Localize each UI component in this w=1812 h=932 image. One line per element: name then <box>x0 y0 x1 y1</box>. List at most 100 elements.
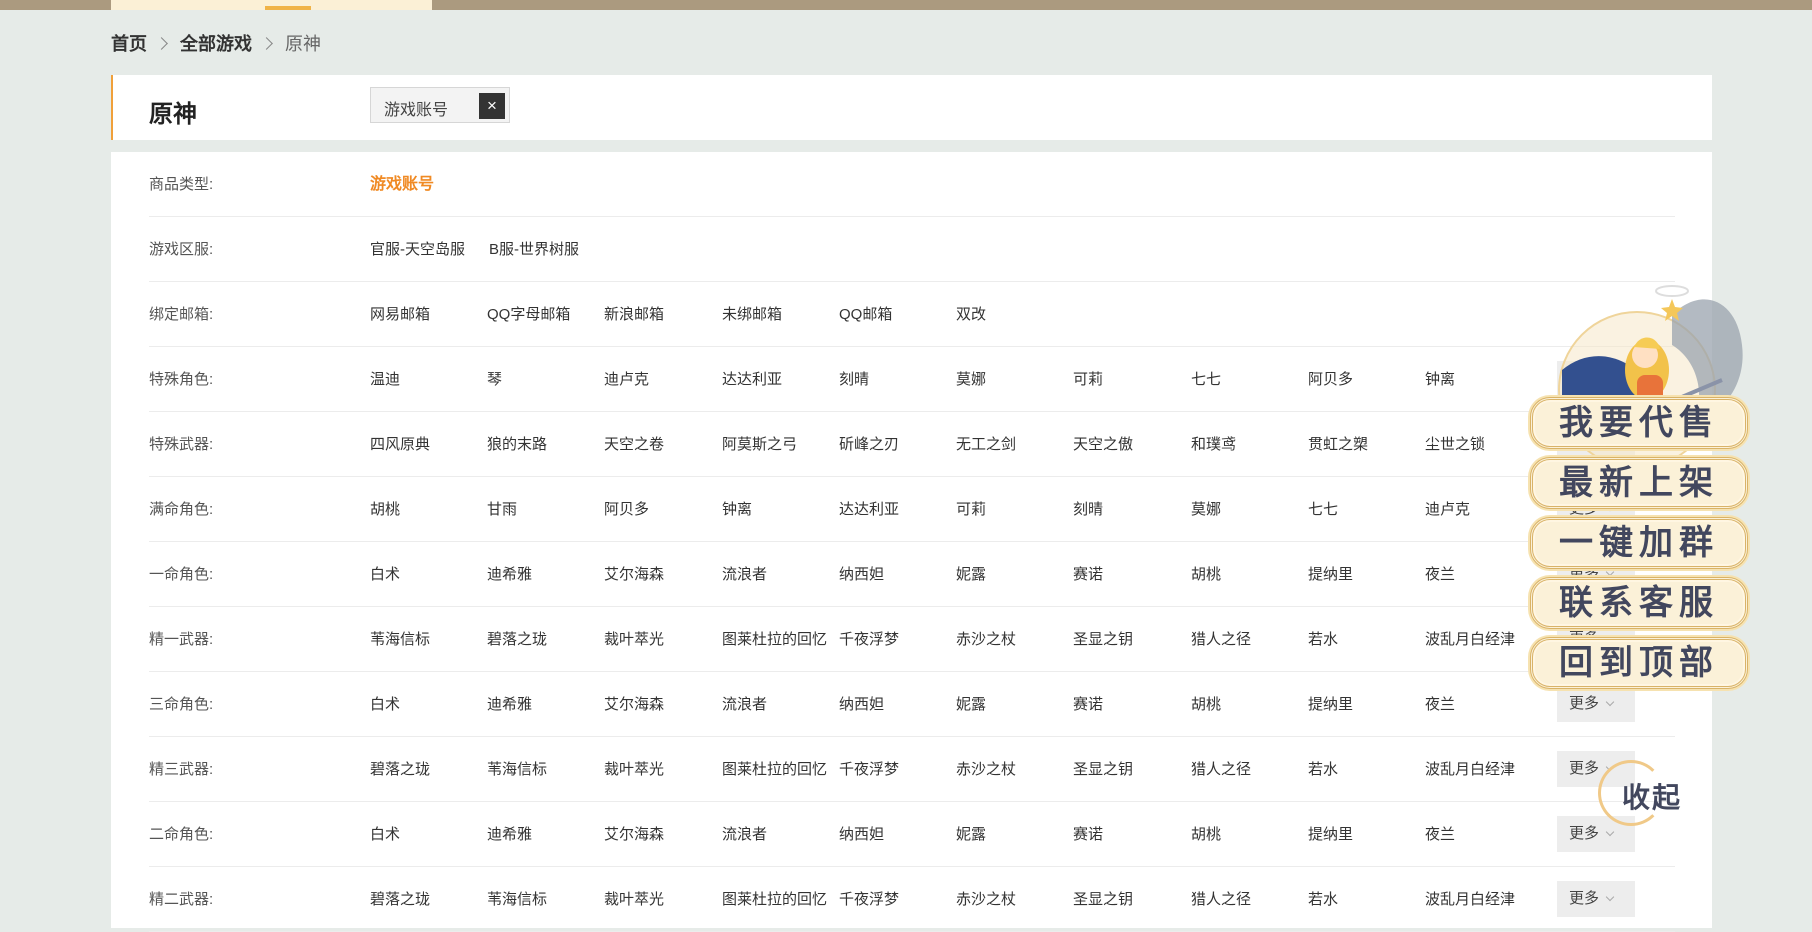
filter-option[interactable]: 刻晴 <box>1073 477 1103 542</box>
filter-option[interactable]: 苇海信标 <box>370 607 430 672</box>
filter-option[interactable]: 胡桃 <box>1191 672 1221 737</box>
filter-option[interactable]: 流浪者 <box>722 672 767 737</box>
filter-option[interactable]: 碧落之珑 <box>370 737 430 802</box>
filter-option[interactable]: 裁叶萃光 <box>604 737 664 802</box>
filter-option[interactable]: 天空之卷 <box>604 412 664 477</box>
filter-option[interactable]: 迪希雅 <box>487 542 532 607</box>
filter-option[interactable]: 妮露 <box>956 802 986 867</box>
close-icon[interactable]: × <box>479 93 505 119</box>
breadcrumb-home[interactable]: 首页 <box>111 30 147 56</box>
filter-option[interactable]: 若水 <box>1308 607 1338 672</box>
filter-option[interactable]: 苇海信标 <box>487 737 547 802</box>
filter-option[interactable]: 波乱月白经津 <box>1425 867 1515 932</box>
filter-option[interactable]: 迪卢克 <box>1425 477 1470 542</box>
filter-option[interactable]: 阿贝多 <box>604 477 649 542</box>
filter-option[interactable]: 可莉 <box>1073 347 1103 412</box>
filter-option[interactable]: 提纳里 <box>1308 802 1353 867</box>
filter-option[interactable]: 提纳里 <box>1308 542 1353 607</box>
filter-option[interactable]: 圣显之钥 <box>1073 867 1133 932</box>
filter-option[interactable]: 迪希雅 <box>487 802 532 867</box>
float-btn-join-group[interactable]: 一键加群 <box>1530 517 1748 569</box>
filter-option[interactable]: 游戏账号 <box>370 152 434 217</box>
filter-option[interactable]: 双改 <box>956 282 986 347</box>
filter-option[interactable]: 胡桃 <box>1191 802 1221 867</box>
filter-option[interactable]: 赤沙之杖 <box>956 867 1016 932</box>
filter-option[interactable]: 甘雨 <box>487 477 517 542</box>
filter-option[interactable]: 纳西妲 <box>839 802 884 867</box>
filter-option[interactable]: 胡桃 <box>1191 542 1221 607</box>
float-btn-customer-service[interactable]: 联系客服 <box>1530 577 1748 629</box>
filter-option[interactable]: 千夜浮梦 <box>839 737 899 802</box>
filter-option[interactable]: 苇海信标 <box>487 867 547 932</box>
filter-option[interactable]: 温迪 <box>370 347 400 412</box>
filter-option[interactable]: 圣显之钥 <box>1073 607 1133 672</box>
filter-option[interactable]: 艾尔海森 <box>604 542 664 607</box>
filter-option[interactable]: 妮露 <box>956 542 986 607</box>
float-btn-back-to-top[interactable]: 回到顶部 <box>1530 637 1748 689</box>
filter-option[interactable]: 提纳里 <box>1308 672 1353 737</box>
filter-option[interactable]: 图莱杜拉的回忆 <box>722 867 827 932</box>
filter-option[interactable]: 夜兰 <box>1425 542 1455 607</box>
filter-option[interactable]: 阿贝多 <box>1308 347 1353 412</box>
filter-option[interactable]: 流浪者 <box>722 802 767 867</box>
filter-option[interactable]: 夜兰 <box>1425 672 1455 737</box>
filter-option[interactable]: QQ邮箱 <box>839 282 892 347</box>
filter-option[interactable]: 迪希雅 <box>487 672 532 737</box>
filter-option[interactable]: 白术 <box>370 542 400 607</box>
filter-option[interactable]: 艾尔海森 <box>604 672 664 737</box>
filter-option[interactable]: 千夜浮梦 <box>839 867 899 932</box>
filter-option[interactable]: 图莱杜拉的回忆 <box>722 737 827 802</box>
filter-option[interactable]: 圣显之钥 <box>1073 737 1133 802</box>
filter-option[interactable]: 可莉 <box>956 477 986 542</box>
filter-option[interactable]: 白术 <box>370 672 400 737</box>
filter-option[interactable]: 达达利亚 <box>839 477 899 542</box>
filter-option[interactable]: 赤沙之杖 <box>956 737 1016 802</box>
filter-option[interactable]: 七七 <box>1308 477 1338 542</box>
breadcrumb-all-games[interactable]: 全部游戏 <box>180 30 252 56</box>
filter-option[interactable]: 若水 <box>1308 737 1338 802</box>
filter-option[interactable]: 赛诺 <box>1073 542 1103 607</box>
filter-option[interactable]: 图莱杜拉的回忆 <box>722 607 827 672</box>
filter-option[interactable]: 莫娜 <box>956 347 986 412</box>
filter-option[interactable]: 碧落之珑 <box>487 607 547 672</box>
filter-option[interactable]: 裁叶萃光 <box>604 867 664 932</box>
filter-option[interactable]: 猎人之径 <box>1191 607 1251 672</box>
filter-option[interactable]: 赛诺 <box>1073 672 1103 737</box>
filter-option[interactable]: 猎人之径 <box>1191 867 1251 932</box>
filter-option[interactable]: 碧落之珑 <box>370 867 430 932</box>
float-btn-latest[interactable]: 最新上架 <box>1530 457 1748 509</box>
filter-option[interactable]: 斫峰之刃 <box>839 412 899 477</box>
filter-option[interactable]: 纳西妲 <box>839 672 884 737</box>
filter-option[interactable]: 裁叶萃光 <box>604 607 664 672</box>
float-btn-consign[interactable]: 我要代售 <box>1530 397 1748 449</box>
filter-option[interactable]: 妮露 <box>956 672 986 737</box>
more-button[interactable]: 更多 <box>1557 881 1635 917</box>
filter-option[interactable]: 千夜浮梦 <box>839 607 899 672</box>
filter-option[interactable]: 夜兰 <box>1425 802 1455 867</box>
filter-option[interactable]: 若水 <box>1308 867 1338 932</box>
filter-option[interactable]: 迪卢克 <box>604 347 649 412</box>
filter-option[interactable]: 钟离 <box>722 477 752 542</box>
filter-option[interactable]: 流浪者 <box>722 542 767 607</box>
filter-option[interactable]: 白术 <box>370 802 400 867</box>
filter-option[interactable]: 纳西妲 <box>839 542 884 607</box>
filter-option[interactable]: 赤沙之杖 <box>956 607 1016 672</box>
filter-option[interactable]: 天空之傲 <box>1073 412 1133 477</box>
filter-option[interactable]: 刻晴 <box>839 347 869 412</box>
filter-option[interactable]: 达达利亚 <box>722 347 782 412</box>
filter-option[interactable]: 尘世之锁 <box>1425 412 1485 477</box>
filter-option[interactable]: 贯虹之槊 <box>1308 412 1368 477</box>
filter-option[interactable]: 猎人之径 <box>1191 737 1251 802</box>
filter-option[interactable]: 无工之剑 <box>956 412 1016 477</box>
filter-option[interactable]: 未绑邮箱 <box>722 282 782 347</box>
filter-option[interactable]: 波乱月白经津 <box>1425 607 1515 672</box>
filter-option[interactable]: 艾尔海森 <box>604 802 664 867</box>
filter-option[interactable]: 网易邮箱 <box>370 282 430 347</box>
filter-option[interactable]: 狼的末路 <box>487 412 547 477</box>
filter-option[interactable]: QQ字母邮箱 <box>487 282 570 347</box>
filter-option[interactable]: 赛诺 <box>1073 802 1103 867</box>
filter-option[interactable]: 阿莫斯之弓 <box>722 412 797 477</box>
filter-option[interactable]: 官服-天空岛服 <box>370 217 465 282</box>
filter-option[interactable]: 新浪邮箱 <box>604 282 664 347</box>
filter-option[interactable]: 四风原典 <box>370 412 430 477</box>
